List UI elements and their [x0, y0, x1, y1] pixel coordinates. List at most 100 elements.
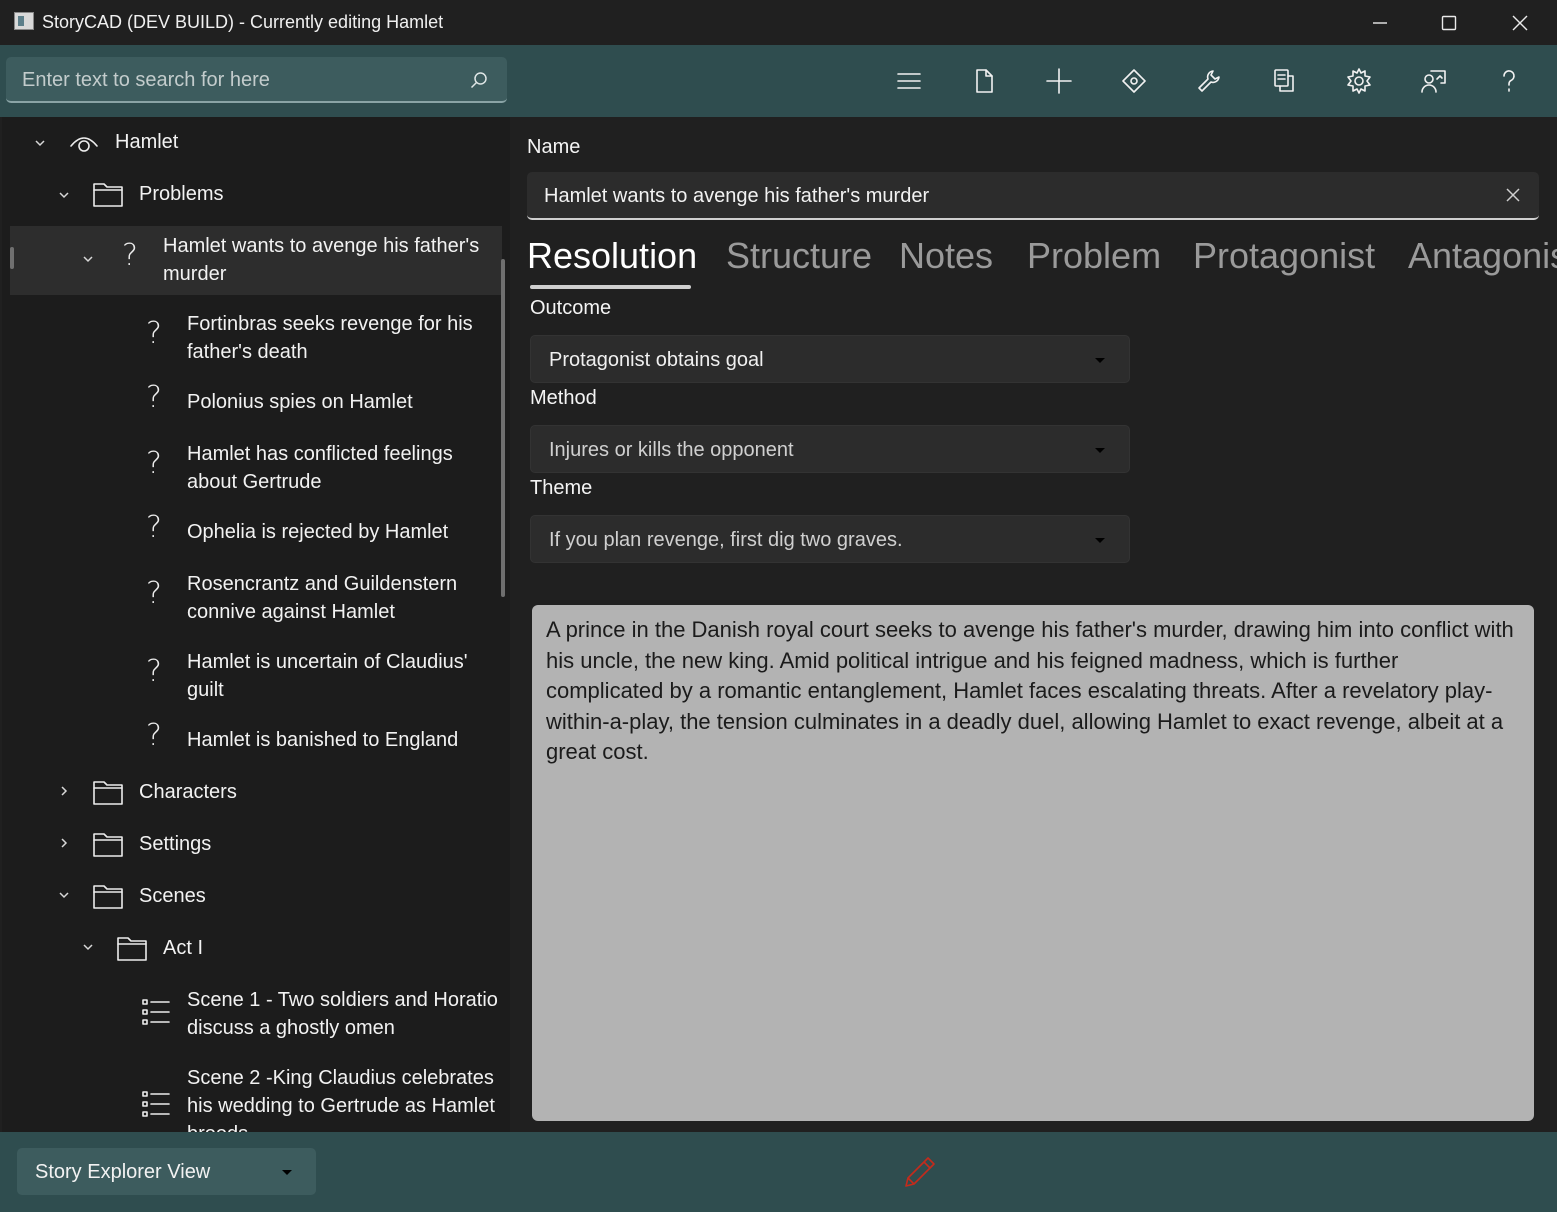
chevron-down-icon: [1095, 448, 1105, 453]
tab-problem[interactable]: Problem: [1027, 235, 1161, 277]
tree-item-label: Characters: [139, 781, 237, 803]
method-value: Injures or kills the opponent: [549, 439, 794, 461]
tree-item-label: Scenes: [139, 885, 206, 907]
new-file-button[interactable]: [966, 63, 1002, 99]
tab-protagonist[interactable]: Protagonist: [1193, 235, 1375, 277]
view-mode-label: Story Explorer View: [35, 1161, 211, 1183]
tree-item-label: Hamlet wants to avenge his father's murd…: [163, 235, 480, 285]
problem-icon: ?: [122, 238, 138, 273]
problem-icon: ?: [146, 510, 162, 545]
clear-icon[interactable]: [1505, 187, 1521, 203]
name-value[interactable]: Hamlet wants to avenge his father's murd…: [544, 185, 929, 208]
chevron-down-icon[interactable]: [57, 188, 71, 202]
chevron-down-icon: [1095, 538, 1105, 543]
outcome-label: Outcome: [530, 297, 612, 319]
chevron-down-icon[interactable]: [81, 940, 95, 954]
title-bar: StoryCAD (DEV BUILD) - Currently editing…: [0, 0, 1557, 45]
tab-resolution[interactable]: Resolution: [527, 235, 697, 277]
outcome-dropdown[interactable]: Protagonist obtains goal: [530, 335, 1130, 383]
method-label: Method: [530, 387, 597, 409]
edit-pencil-icon[interactable]: [902, 1154, 938, 1190]
eye-icon: [68, 127, 100, 159]
view-mode-dropdown[interactable]: Story Explorer View: [17, 1148, 316, 1195]
tree-item-label: Problems: [139, 183, 224, 205]
search-icon[interactable]: [470, 71, 488, 89]
tree-item-label: Hamlet: [115, 131, 179, 153]
chevron-down-icon[interactable]: [81, 252, 95, 266]
scene-list-icon: [140, 1088, 172, 1120]
tree-item-label: Hamlet is banished to England: [187, 729, 459, 751]
tree-scrollbar[interactable]: [501, 259, 505, 597]
problem-icon: ?: [146, 316, 162, 351]
app-icon: [14, 12, 34, 30]
scene-list-icon: [140, 996, 172, 1028]
close-button[interactable]: [1485, 0, 1555, 45]
search-input[interactable]: [22, 67, 442, 93]
chevron-down-icon: [282, 1170, 292, 1175]
problem-icon: ?: [146, 446, 162, 481]
theme-value: If you plan revenge, first dig two grave…: [549, 529, 903, 551]
method-dropdown[interactable]: Injures or kills the opponent: [530, 425, 1130, 473]
tree-item-label: Polonius spies on Hamlet: [187, 391, 413, 413]
folder-icon: [92, 178, 124, 210]
outcome-value: Protagonist obtains goal: [549, 349, 764, 371]
active-tab-indicator: [530, 285, 691, 289]
tab-notes[interactable]: Notes: [899, 235, 993, 277]
menu-icon: [897, 73, 921, 89]
name-label: Name: [527, 136, 581, 158]
search-box[interactable]: [6, 57, 507, 103]
tools-icon: [1198, 70, 1220, 92]
new-file-icon: [976, 69, 993, 93]
problem-icon: ?: [146, 654, 162, 689]
tab-bar: Resolution Structure Notes Problem Prota…: [527, 235, 1557, 295]
problem-icon: ?: [146, 718, 162, 753]
theme-dropdown[interactable]: If you plan revenge, first dig two grave…: [530, 515, 1130, 563]
folder-icon: [116, 932, 148, 964]
chevron-right-icon[interactable]: [57, 836, 71, 850]
tab-structure[interactable]: Structure: [726, 235, 872, 277]
tools-button[interactable]: [1191, 63, 1227, 99]
name-field[interactable]: Hamlet wants to avenge his father's murd…: [527, 172, 1539, 220]
settings-button[interactable]: [1341, 63, 1377, 99]
tree-item-label: Rosencrantz and Guildenstern connive aga…: [187, 573, 458, 623]
settings-icon: [1347, 68, 1371, 94]
window-title: StoryCAD (DEV BUILD) - Currently editing…: [42, 12, 444, 32]
add-icon: [1046, 68, 1072, 94]
chevron-down-icon: [1095, 358, 1105, 363]
problem-icon: ?: [146, 576, 162, 611]
maximize-button[interactable]: [1414, 0, 1484, 45]
tree-item-label: Hamlet is uncertain of Claudius' guilt: [187, 651, 468, 701]
tree-item-label: Scene 2 -King Claudius celebrates his we…: [187, 1067, 495, 1132]
folder-icon: [92, 880, 124, 912]
tree-item-label: Settings: [139, 833, 212, 855]
premise-textarea[interactable]: A prince in the Danish royal court seeks…: [532, 605, 1534, 1121]
chevron-right-icon[interactable]: [57, 784, 71, 798]
folder-icon: [92, 776, 124, 808]
menu-button[interactable]: [891, 63, 927, 99]
tree-item-label: Scene 1 - Two soldiers and Horatio discu…: [187, 989, 498, 1039]
tab-antagonist[interactable]: Antagonist: [1408, 235, 1557, 277]
minimize-button[interactable]: [1345, 0, 1415, 45]
status-bar: Story Explorer View: [0, 1132, 1557, 1212]
minimize-icon: [1373, 21, 1387, 24]
chevron-down-icon[interactable]: [33, 136, 47, 150]
help-icon: [1503, 70, 1515, 92]
close-icon: [1512, 15, 1528, 30]
help-button[interactable]: [1491, 63, 1527, 99]
feedback-button[interactable]: [1416, 63, 1452, 99]
story-explorer-tree: Hamlet Problems ? Hamlet wants to avenge…: [2, 117, 510, 1132]
tree-item-label: Fortinbras seeks revenge for his father'…: [187, 313, 473, 363]
selection-indicator: [10, 247, 14, 269]
chevron-down-icon[interactable]: [57, 888, 71, 902]
feedback-icon: [1421, 70, 1446, 93]
tree-item-label: Hamlet has conflicted feelings about Ger…: [187, 443, 453, 493]
navigate-button[interactable]: [1116, 63, 1152, 99]
add-button[interactable]: [1041, 63, 1077, 99]
tree-item-label: Ophelia is rejected by Hamlet: [187, 521, 449, 543]
maximize-icon: [1441, 15, 1457, 30]
copy-button[interactable]: [1266, 63, 1302, 99]
copy-icon: [1274, 69, 1294, 92]
tree-item-label: Act I: [163, 937, 204, 959]
problem-editor: Name Hamlet wants to avenge his father's…: [510, 117, 1557, 1132]
toolbar: [0, 45, 1557, 117]
